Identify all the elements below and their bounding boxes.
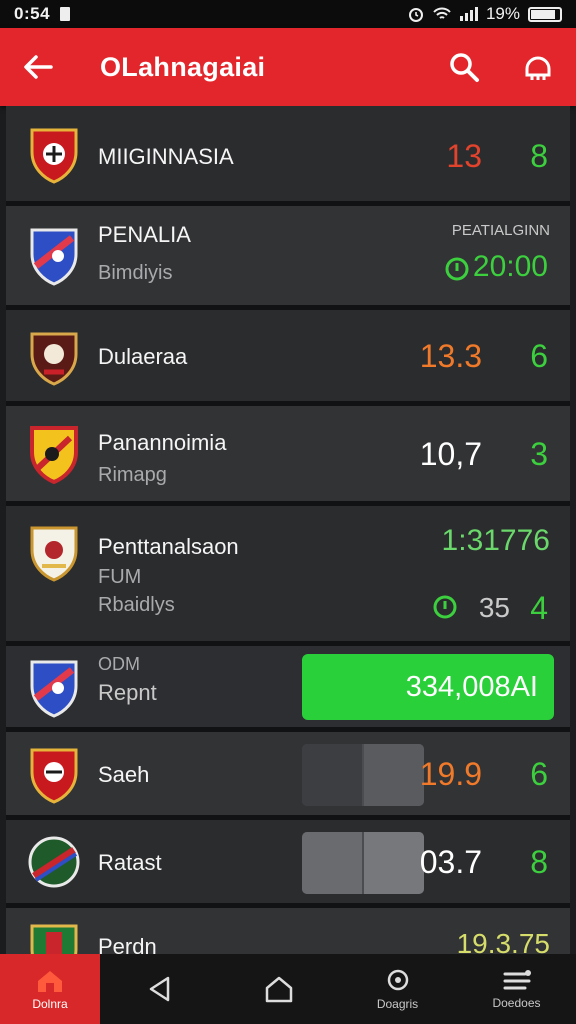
nav-home-label: Dolnra xyxy=(32,996,68,1011)
nav-home-system[interactable] xyxy=(219,954,338,1024)
list-item[interactable]: Ratast 03.7 8 xyxy=(6,820,570,908)
home-icon xyxy=(38,970,62,992)
search-button[interactable] xyxy=(444,47,484,87)
goal-count: 3 xyxy=(530,436,548,472)
status-label: PEATIALGINN xyxy=(451,222,550,239)
team-crest-icon xyxy=(28,836,80,888)
list-item[interactable]: Panannoimia Rimapg 10,7 3 xyxy=(6,406,570,506)
match-score: 35 xyxy=(478,592,510,623)
list-item[interactable]: PENALIA Bimdiyis PEATIALGINN 20:00 xyxy=(6,206,570,310)
back-button[interactable] xyxy=(18,47,58,87)
list-item[interactable]: Saeh 19.9 6 xyxy=(6,732,570,820)
status-bar: 0:54 19% xyxy=(0,0,576,28)
match-score: 13.3 xyxy=(419,338,482,374)
team-crest-icon xyxy=(30,426,78,484)
team-name: Saeh xyxy=(98,762,150,787)
live-icon xyxy=(445,257,469,281)
location-pin-icon xyxy=(387,969,408,990)
team-name: Ratast xyxy=(98,850,162,875)
sim-icon xyxy=(60,7,71,21)
progress-pill xyxy=(302,832,424,894)
team-crest-icon xyxy=(30,748,78,804)
progress-pill xyxy=(302,744,424,806)
match-list: MIIGINNASIA 13 8 PENALIA Bimdiyis PEATIA… xyxy=(6,106,570,968)
team-crest-icon xyxy=(30,332,78,386)
match-score: 03.7 xyxy=(419,844,482,880)
team-subtitle: FUM xyxy=(98,566,142,588)
team-crest-icon xyxy=(30,526,78,582)
alarm-icon xyxy=(408,8,423,22)
status-time: 0:54 xyxy=(14,4,51,23)
team-subtitle: Bimdiyis xyxy=(98,262,173,284)
top-value: 1:31776 xyxy=(441,524,550,557)
goal-count: 8 xyxy=(530,844,548,880)
battery-icon xyxy=(528,6,562,22)
nav-item-4-label: Doedoes xyxy=(492,995,541,1010)
odds-value: 334,008AI xyxy=(405,670,538,703)
list-item[interactable]: Penttanalsaon FUM Rbaidlys 1:31776 35 4 xyxy=(6,506,570,646)
goal-count: 8 xyxy=(530,138,548,174)
list-item[interactable]: Dulaeraa 13.3 6 xyxy=(6,310,570,406)
match-time: 20:00 xyxy=(472,250,548,283)
team-crest-icon xyxy=(30,228,78,286)
team-subtitle: Rimapg xyxy=(98,464,167,486)
list-item[interactable]: MIIGINNASIA 13 8 xyxy=(6,106,570,206)
team-name: Dulaeraa xyxy=(98,344,188,369)
nav-back[interactable] xyxy=(100,954,219,1024)
goal-count: 6 xyxy=(530,756,548,792)
team-subtitle: Repnt xyxy=(98,680,157,705)
page-title: OLahnagaiai xyxy=(100,51,266,82)
match-score: 19.9 xyxy=(419,756,482,792)
search-icon xyxy=(450,53,479,82)
bottom-nav: Dolnra Doagris Doedoes xyxy=(0,954,576,1024)
match-score: 10,7 xyxy=(419,436,482,472)
team-name: ODM xyxy=(98,654,140,674)
nav-item-3[interactable]: Doagris xyxy=(338,954,457,1024)
signal-icon xyxy=(459,7,478,21)
profile-button[interactable] xyxy=(518,47,558,87)
nav-item-4[interactable]: Doedoes xyxy=(457,954,576,1024)
nav-home[interactable]: Dolnra xyxy=(0,954,100,1024)
match-score: 13 xyxy=(446,138,482,174)
battery-percent: 19% xyxy=(485,4,520,23)
team-subtitle: Rbaidlys xyxy=(98,594,175,616)
triangle-back-icon xyxy=(149,976,169,1002)
helmet-icon xyxy=(525,56,551,80)
live-icon xyxy=(433,595,457,619)
list-item[interactable]: ODM Repnt 334,008AI xyxy=(6,646,570,732)
menu-icon xyxy=(503,969,531,989)
team-name: MIIGINNASIA xyxy=(98,144,234,169)
team-crest-icon xyxy=(30,660,78,718)
goal-count: 6 xyxy=(530,338,548,374)
home-outline-icon xyxy=(265,976,292,1003)
arrow-left-icon xyxy=(24,55,53,79)
wifi-icon xyxy=(433,7,451,19)
team-name: Panannoimia xyxy=(98,430,227,455)
app-header: OLahnagaiai xyxy=(0,28,576,106)
team-crest-icon xyxy=(30,128,78,184)
nav-item-3-label: Doagris xyxy=(376,996,419,1011)
team-name: PENALIA xyxy=(98,222,191,247)
team-name: Penttanalsaon xyxy=(98,534,239,559)
odds-bar[interactable]: 334,008AI xyxy=(302,654,554,720)
goal-count: 4 xyxy=(530,590,548,626)
